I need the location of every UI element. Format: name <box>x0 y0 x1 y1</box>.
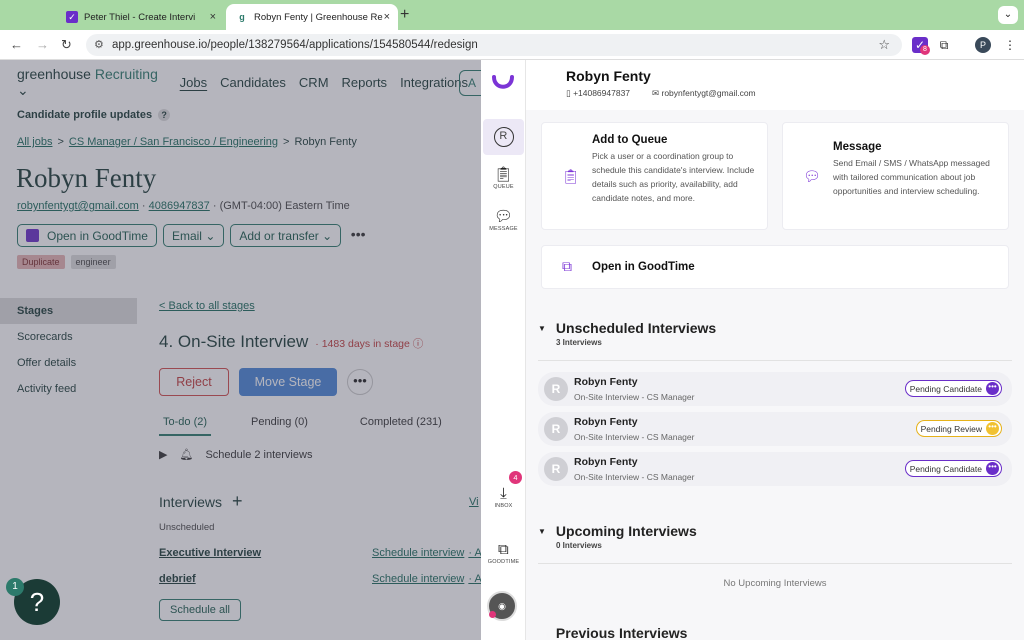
url-text: app.greenhouse.io/people/138279564/appli… <box>112 39 478 51</box>
close-icon[interactable]: × <box>384 11 390 23</box>
unscheduled-count: 3 Interviews <box>556 338 602 347</box>
chat-icon: 💬︎ <box>493 208 514 225</box>
close-icon[interactable]: × <box>210 11 216 23</box>
divider <box>538 360 1012 361</box>
goodtime-panel: Robyn Fenty ▯ +14086947837 ✉ robynfentyg… <box>526 60 1024 640</box>
browser-toolbar: ← → ↻ ⚙ app.greenhouse.io/people/1382795… <box>0 30 1024 60</box>
clipboard-icon: 📋︎ <box>562 168 580 184</box>
upcoming-section: ▼ Upcoming Interviews 0 Interviews No Up… <box>538 523 1012 589</box>
upcoming-toggle[interactable]: ▼ Upcoming Interviews <box>538 523 1012 539</box>
inbox-badge: 4 <box>509 471 522 484</box>
extension-badge: 8 <box>920 45 930 55</box>
chat-icon: 💬︎ <box>803 168 821 184</box>
external-link-icon: ⧉ <box>562 258 572 274</box>
status-badge[interactable]: Pending Review ••• <box>915 420 1002 437</box>
previous-section: ▼ Previous Interviews <box>538 625 1012 640</box>
panel-header: Robyn Fenty ▯ +14086947837 ✉ robynfentyg… <box>526 60 1024 110</box>
rail-item-queue[interactable]: 📋︎ QUEUE <box>483 166 524 190</box>
status-badge[interactable]: Pending Candidate ••• <box>904 380 1002 397</box>
goodtime-icon: ✓ <box>66 11 78 23</box>
divider <box>538 563 1012 564</box>
add-to-queue-card[interactable]: 📋︎ Add to Queue Pick a user or a coordin… <box>541 122 768 230</box>
upcoming-count: 0 Interviews <box>556 541 602 550</box>
browser-tab-greenhouse[interactable]: g Robyn Fenty | Greenhouse Re × <box>226 4 398 30</box>
tab-title: Peter Thiel - Create Intervi <box>84 11 196 23</box>
more-options-icon: ••• <box>986 462 999 475</box>
rail-item-inbox[interactable]: ⤓ INBOX <box>483 485 524 509</box>
modal-backdrop[interactable] <box>0 60 481 640</box>
avatar: R <box>544 377 568 401</box>
rail-candidate-avatar[interactable]: R <box>483 119 524 147</box>
avatar: R <box>544 457 568 481</box>
caret-down-icon[interactable]: ▼ <box>538 527 546 536</box>
status-badge[interactable]: Pending Candidate ••• <box>904 460 1002 477</box>
clipboard-icon: 📋︎ <box>493 166 514 183</box>
phone-icon: ▯ <box>566 88 571 98</box>
tab-title: Robyn Fenty | Greenhouse Re <box>254 11 383 23</box>
caret-down-icon[interactable]: ▼ <box>538 324 546 333</box>
greenhouse-icon: g <box>239 12 245 22</box>
browser-tab-bar: ✓ Peter Thiel - Create Intervi × g Robyn… <box>0 0 1024 30</box>
unscheduled-section: ▼ Unscheduled Interviews 3 Interviews R … <box>538 320 1012 486</box>
forward-arrow-icon[interactable]: → <box>36 37 49 52</box>
list-item[interactable]: R Robyn Fenty On-Site Interview - CS Man… <box>538 452 1012 486</box>
panel-body: 📋︎ Add to Queue Pick a user or a coordin… <box>526 110 1024 640</box>
profile-avatar[interactable]: P <box>975 37 991 53</box>
more-options-icon: ••• <box>986 422 999 435</box>
help-badge: 1 <box>6 578 24 596</box>
external-link-icon: ⧉ <box>498 541 509 558</box>
address-bar[interactable]: ⚙ app.greenhouse.io/people/138279564/app… <box>86 34 902 56</box>
mail-icon: ✉ <box>652 88 660 98</box>
reload-icon[interactable]: ↻ <box>61 37 72 53</box>
list-item[interactable]: R Robyn Fenty On-Site Interview - CS Man… <box>538 412 1012 446</box>
message-card[interactable]: 💬︎ Message Send Email / SMS / WhatsApp m… <box>782 122 1009 230</box>
candidate-avatar: R <box>493 127 514 147</box>
list-item[interactable]: R Robyn Fenty On-Site Interview - CS Man… <box>538 372 1012 406</box>
rail-item-message[interactable]: 💬︎ MESSAGE <box>483 208 524 232</box>
previous-toggle[interactable]: ▼ Previous Interviews <box>538 625 1012 640</box>
chevron-down-icon[interactable]: ⌄ <box>998 6 1018 24</box>
browser-tab-goodtime[interactable]: ✓ Peter Thiel - Create Intervi × <box>56 4 224 30</box>
extensions-puzzle-icon[interactable]: ⧉ <box>936 37 952 53</box>
rail-item-goodtime[interactable]: ⧉ GOODTIME <box>483 541 524 565</box>
upcoming-empty-state: No Upcoming Interviews <box>723 578 827 589</box>
more-options-icon: ••• <box>986 382 999 395</box>
candidate-phone: ▯ +14086947837 <box>566 88 631 98</box>
kebab-menu-icon[interactable]: ⋮ <box>1002 37 1018 53</box>
unscheduled-toggle[interactable]: ▼ Unscheduled Interviews <box>538 320 1012 336</box>
candidate-name: Robyn Fenty <box>566 68 651 84</box>
site-settings-icon[interactable]: ⚙ <box>94 38 104 51</box>
back-arrow-icon[interactable]: ← <box>10 37 23 52</box>
open-in-goodtime-card[interactable]: ⧉ Open in GoodTime <box>541 245 1009 289</box>
bookmark-star-icon[interactable]: ☆ <box>878 37 890 53</box>
goodtime-logo-icon <box>492 75 514 89</box>
inbox-icon: ⤓ <box>500 485 507 502</box>
avatar: R <box>544 417 568 441</box>
candidate-email: ✉ robynfentygt@gmail.com <box>652 88 756 98</box>
online-status-dot <box>489 611 496 618</box>
new-tab-icon[interactable]: + <box>400 6 409 24</box>
goodtime-rail: R 📋︎ QUEUE 💬︎ MESSAGE ⤓ INBOX ⧉ GOODTIME <box>481 60 526 640</box>
